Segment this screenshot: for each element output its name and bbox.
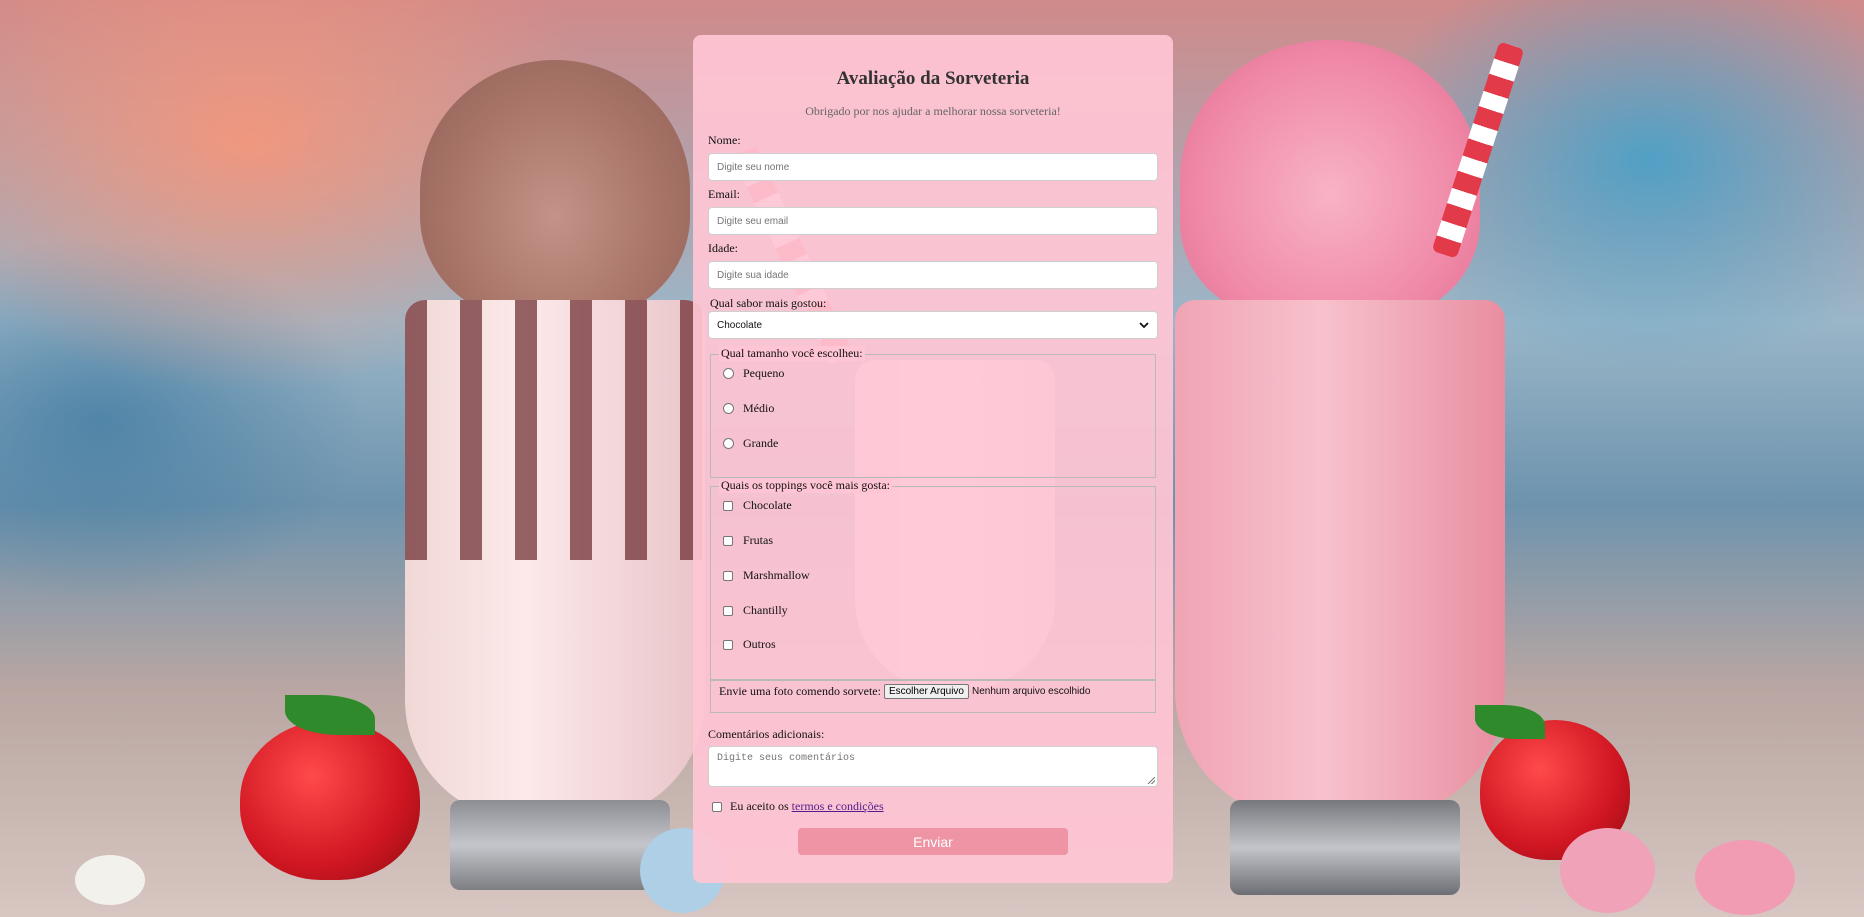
checkbox[interactable] <box>723 535 733 546</box>
terms-prefix: Eu aceito os <box>730 799 789 813</box>
form-subtitle: Obrigado por nos ajudar a melhorar nossa… <box>805 104 1061 118</box>
topping-option-label: Frutas <box>743 533 773 547</box>
size-legend: Qual tamanho você escolheu: <box>719 346 865 361</box>
candy-ball <box>1560 828 1655 913</box>
name-label: Nome: <box>708 133 741 147</box>
radio-button[interactable] <box>723 438 734 449</box>
chocolate-drip-decoration <box>405 300 705 560</box>
flavor-selected-value: Chocolate <box>717 319 763 331</box>
email-label: Email: <box>708 187 740 201</box>
terms-checkbox[interactable] <box>712 801 722 812</box>
email-input[interactable] <box>708 207 1158 235</box>
chevron-down-icon <box>1139 322 1149 329</box>
size-option-label: Médio <box>743 401 775 415</box>
chocolate-cream-decoration <box>420 60 690 320</box>
terms-row: Eu aceito os termos e condições <box>712 799 884 814</box>
topping-option-label: Outros <box>743 637 776 651</box>
terms-link[interactable]: termos e condições <box>792 799 884 814</box>
candy-ball <box>1695 840 1795 915</box>
radio-button[interactable] <box>723 403 734 414</box>
upload-label: Envie uma foto comendo sorvete: <box>719 684 881 698</box>
size-option-label: Grande <box>743 436 779 450</box>
strawberry-left <box>240 720 420 880</box>
size-option-grande[interactable]: Grande <box>723 436 778 451</box>
right-glass-base <box>1230 800 1460 895</box>
comments-label: Comentários adicionais: <box>708 727 825 741</box>
submit-button[interactable]: Enviar <box>798 828 1068 855</box>
toppings-legend: Quais os toppings você mais gosta: <box>719 478 892 493</box>
toppings-fieldset <box>710 486 1156 680</box>
file-status-text: Nenhum arquivo escolhido <box>972 686 1091 697</box>
flavor-label: Qual sabor mais gostou: <box>710 296 827 310</box>
topping-option-label: Marshmallow <box>743 568 810 582</box>
checkbox[interactable] <box>723 639 733 650</box>
topping-option-label: Chantilly <box>743 603 788 617</box>
topping-option-frutas[interactable]: Frutas <box>723 533 773 548</box>
checkbox[interactable] <box>723 605 733 616</box>
topping-option-chocolate[interactable]: Chocolate <box>723 498 792 513</box>
size-option-medio[interactable]: Médio <box>723 401 774 416</box>
size-option-label: Pequeno <box>743 366 785 380</box>
checkbox[interactable] <box>723 500 733 511</box>
radio-button[interactable] <box>723 368 734 379</box>
age-input[interactable] <box>708 261 1158 289</box>
topping-option-chantilly[interactable]: Chantilly <box>723 603 788 618</box>
candy-ball <box>75 855 145 905</box>
upload-row: Envie uma foto comendo sorvete: Escolher… <box>719 684 1090 699</box>
flavor-select[interactable]: Chocolate <box>708 311 1158 339</box>
left-glass-base <box>450 800 670 890</box>
topping-option-outros[interactable]: Outros <box>723 637 776 652</box>
comments-placeholder: Digite seus comentários <box>717 753 856 764</box>
choose-file-button[interactable]: Escolher Arquivo <box>883 684 969 699</box>
topping-option-marshmallow[interactable]: Marshmallow <box>723 568 810 583</box>
comments-textarea[interactable]: Digite seus comentários <box>708 746 1158 787</box>
topping-option-label: Chocolate <box>743 498 792 512</box>
form-title: Avaliação da Sorveteria <box>836 68 1030 89</box>
right-milkshake-glass <box>1175 300 1505 820</box>
name-input[interactable] <box>708 153 1158 181</box>
resize-handle-icon[interactable] <box>1148 777 1155 784</box>
size-option-pequeno[interactable]: Pequeno <box>723 366 784 381</box>
age-label: Idade: <box>708 241 738 255</box>
strawberry-cream-decoration <box>1180 40 1480 320</box>
checkbox[interactable] <box>723 570 733 581</box>
